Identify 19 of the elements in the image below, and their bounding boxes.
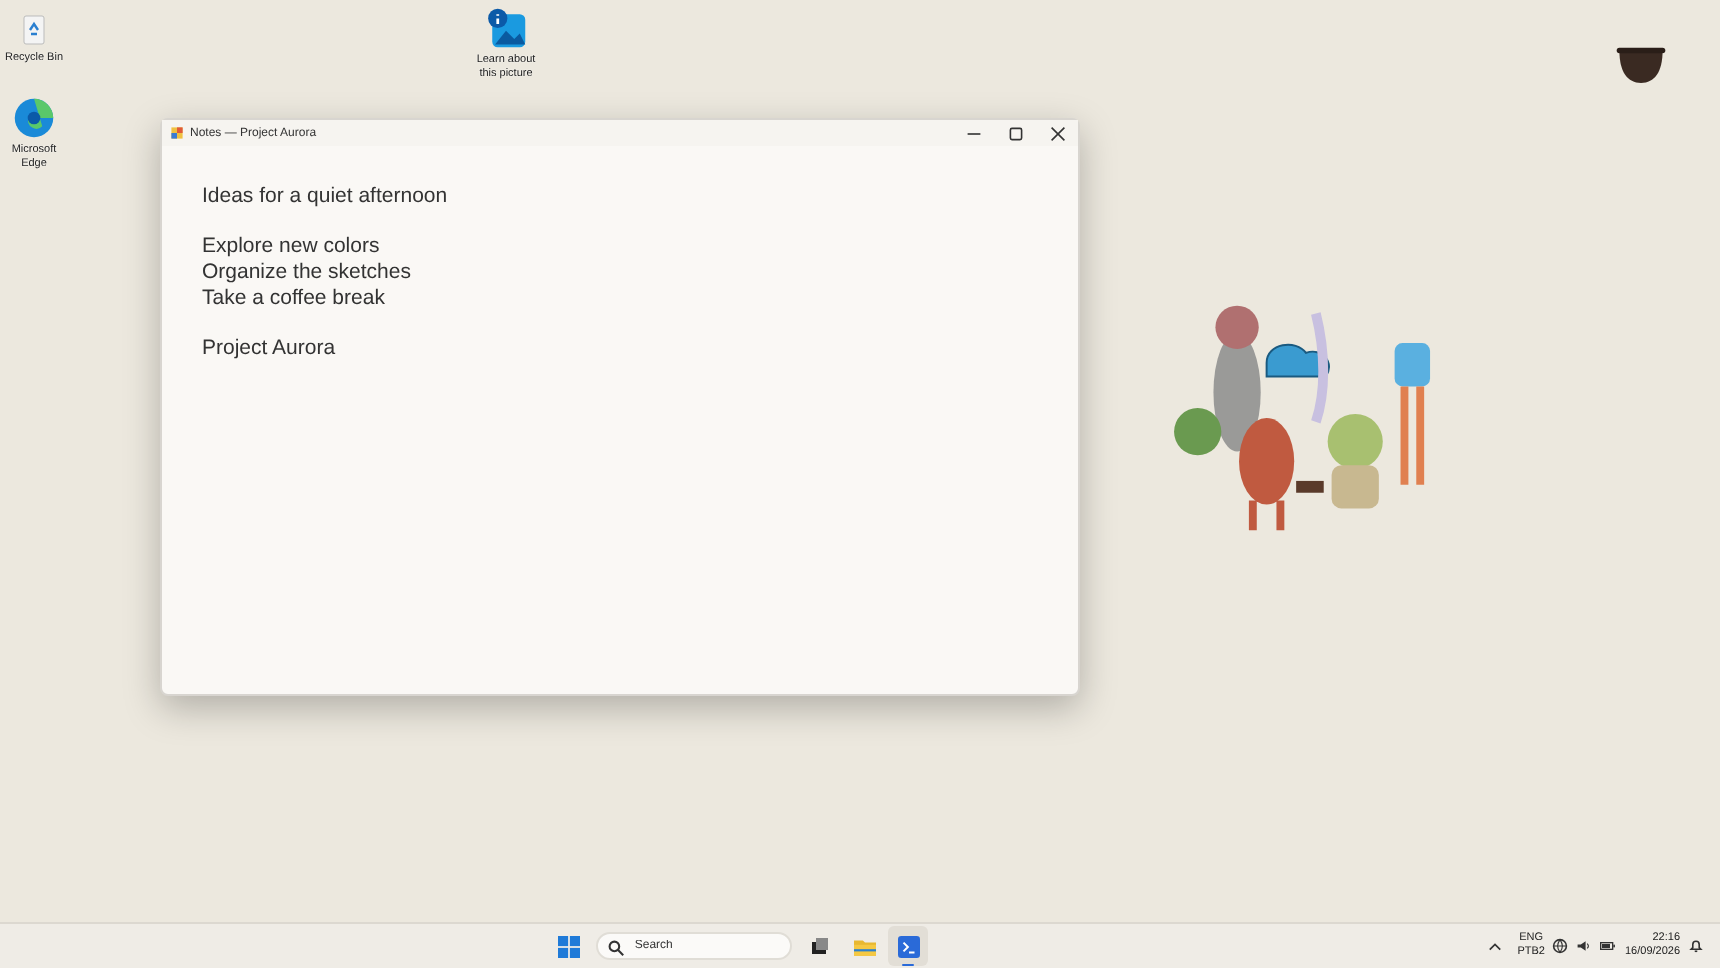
maximize-icon [1007,125,1023,141]
globe-icon[interactable] [1552,938,1569,954]
task-view-icon [810,936,831,956]
picture-info-icon [484,6,528,50]
close-icon [1049,125,1065,141]
notepad-icon [170,126,184,140]
recycle-bin-icon [18,12,50,48]
note-line: Organize the sketches [202,260,413,286]
note-line: Project Aurora [202,336,338,362]
browser-icon [12,96,56,140]
note-line: Ideas for a quiet afternoon [202,184,450,210]
speaker-icon[interactable] [1576,938,1593,954]
folder-icon [853,935,876,957]
terminal-icon [897,935,920,957]
bell-icon[interactable] [1688,938,1705,954]
windows-logo-icon [558,935,581,957]
battery-icon[interactable] [1600,938,1617,954]
note-line: Explore new colors [202,234,382,260]
note-line: Take a coffee break [202,285,387,311]
